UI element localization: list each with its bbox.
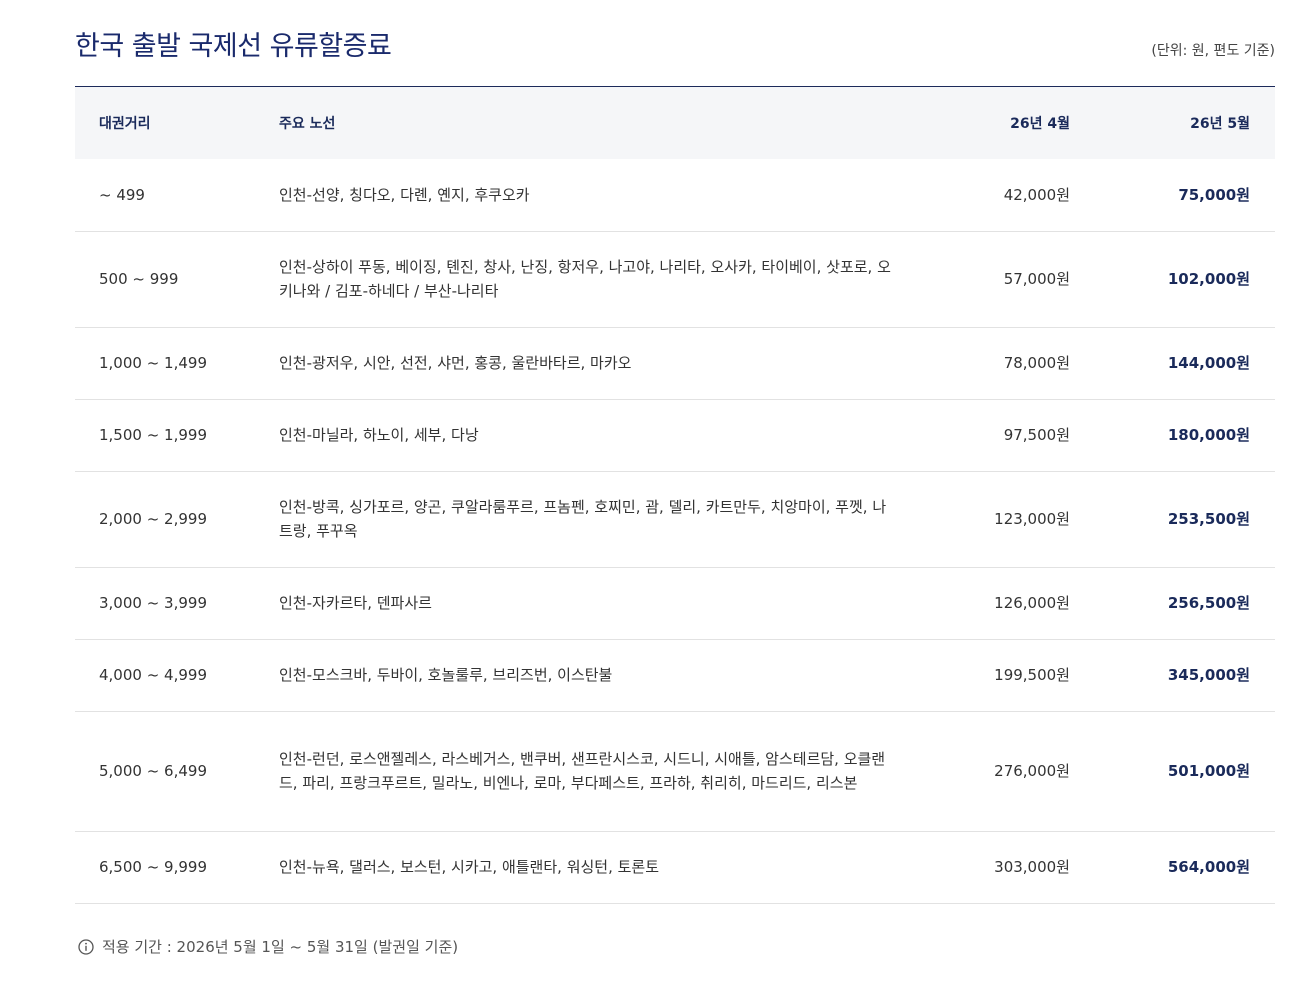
table-row: 3,000 ~ 3,999 인천-자카르타, 덴파사르 126,000원 256,50… — [75, 567, 1275, 640]
cell-april: 199,500원 — [930, 639, 1070, 712]
cell-may: 345,000원 — [1070, 639, 1275, 712]
table-row: 2,000 ~ 2,999 인천-방콕, 싱가포르, 양곤, 쿠알라룸푸르, 프놈… — [75, 471, 1275, 568]
cell-routes: 인천-마닐라, 하노이, 세부, 다낭 — [279, 399, 930, 472]
cell-routes: 인천-선양, 칭다오, 다롄, 옌지, 후쿠오카 — [279, 159, 930, 232]
route-text: 인천-선양, 칭다오, 다롄, 옌지, 후쿠오카 — [279, 185, 530, 204]
table-body: ~ 499 인천-선양, 칭다오, 다롄, 옌지, 후쿠오카 42,000원 75,0… — [75, 159, 1275, 904]
route-text: 인천-뉴욕, 댈러스, 보스턴, 시카고, 애틀랜타, 워싱턴, 토론토 — [279, 858, 660, 876]
route-text: 인천-마닐라, 하노이, 세부, 다낭 — [279, 426, 479, 444]
cell-routes: 인천-뉴욕, 댈러스, 보스턴, 시카고, 애틀랜타, 워싱턴, 토론토 — [279, 831, 930, 904]
cell-april: 78,000원 — [930, 327, 1070, 400]
cell-april: 123,000원 — [930, 471, 1070, 568]
info-circle-icon — [78, 938, 94, 955]
cell-distance: 2,000 ~ 2,999 — [75, 471, 279, 568]
cell-distance: 500 ~ 999 — [75, 231, 279, 328]
cell-routes: 인천-자카르타, 덴파사르 — [279, 567, 930, 640]
cell-may: 180,000원 — [1070, 399, 1275, 472]
route-text: 인천-상하이 푸동, 베이징, 톈진, 창사, 난징, 항저우, 나고야, 나리… — [279, 258, 891, 300]
cell-april: 42,000원 — [930, 159, 1070, 232]
cell-april: 126,000원 — [930, 567, 1070, 640]
table-row: 1,000 ~ 1,499 인천-광저우, 시안, 선전, 샤먼, 홍콩, 울란바… — [75, 327, 1275, 400]
route-text: 인천-광저우, 시안, 선전, 샤먼, 홍콩, 울란바타르, 마카오 — [279, 354, 632, 372]
header-routes: 주요 노선 — [279, 116, 336, 132]
header-distance: 대권거리 — [99, 116, 151, 132]
table-row: 500 ~ 999 인천-상하이 푸동, 베이징, 톈진, 창사, 난징, 항저우… — [75, 231, 1275, 328]
table-row: 6,500 ~ 9,999 인천-뉴욕, 댈러스, 보스턴, 시카고, 애틀랜타,… — [75, 831, 1275, 904]
cell-routes: 인천-방콕, 싱가포르, 양곤, 쿠알라룸푸르, 프놈펜, 호찌민, 괌, 델리… — [279, 471, 930, 568]
cell-may: 256,500원 — [1070, 567, 1275, 640]
cell-may: 144,000원 — [1070, 327, 1275, 400]
cell-distance: 6,500 ~ 9,999 — [75, 831, 279, 904]
cell-may: 75,000원 — [1070, 159, 1275, 232]
unit-note: (단위: 원, 편도 기준) — [1151, 43, 1275, 59]
cell-distance: 5,000 ~ 6,499 — [75, 711, 279, 832]
cell-routes: 인천-모스크바, 두바이, 호놀룰루, 브리즈번, 이스탄불 — [279, 639, 930, 712]
route-text: 인천-자카르타, 덴파사르 — [279, 594, 432, 612]
cell-april: 57,000원 — [930, 231, 1070, 328]
cell-may: 564,000원 — [1070, 831, 1275, 904]
footnote: 적용 기간 : 2026년 5월 1일 ~ 5월 31일 (발권일 기준) — [78, 936, 458, 957]
route-text: 인천-런던, 로스앤젤레스, 라스베거스, 밴쿠버, 샌프란시스코, 시드니, … — [279, 750, 886, 792]
cell-routes: 인천-광저우, 시안, 선전, 샤먼, 홍콩, 울란바타르, 마카오 — [279, 327, 930, 400]
cell-april: 303,000원 — [930, 831, 1070, 904]
cell-routes: 인천-런던, 로스앤젤레스, 라스베거스, 밴쿠버, 샌프란시스코, 시드니, … — [279, 711, 930, 832]
cell-distance: 1,000 ~ 1,499 — [75, 327, 279, 400]
route-text: 인천-모스크바, 두바이, 호놀룰루, 브리즈번, 이스탄불 — [279, 666, 613, 684]
surcharge-table: 대권거리 주요 노선 26년 4월 26년 5월 ~ 499 인천-선양, 칭다오… — [75, 87, 1275, 904]
cell-distance: 4,000 ~ 4,999 — [75, 639, 279, 712]
section-header: 한국 출발 국제선 유류할증료 (단위: 원, 편도 기준) — [75, 0, 1275, 87]
page-title: 한국 출발 국제선 유류할증료 — [75, 31, 392, 62]
table-row: 1,500 ~ 1,999 인천-마닐라, 하노이, 세부, 다낭 97,500원 1… — [75, 399, 1275, 472]
cell-may: 501,000원 — [1070, 711, 1275, 832]
cell-may: 102,000원 — [1070, 231, 1275, 328]
cell-distance: 3,000 ~ 3,999 — [75, 567, 279, 640]
table-row: 5,000 ~ 6,499 인천-런던, 로스앤젤레스, 라스베거스, 밴쿠버, … — [75, 711, 1275, 832]
footnote-text: 적용 기간 : 2026년 5월 1일 ~ 5월 31일 (발권일 기준) — [102, 938, 459, 956]
cell-april: 276,000원 — [930, 711, 1070, 832]
cell-distance: 1,500 ~ 1,999 — [75, 399, 279, 472]
table-header: 대권거리 주요 노선 26년 4월 26년 5월 — [75, 87, 1275, 159]
fuel-surcharge-section: 한국 출발 국제선 유류할증료 (단위: 원, 편도 기준) 대권거리 주요 노… — [75, 0, 1275, 904]
route-text: 인천-방콕, 싱가포르, 양곤, 쿠알라룸푸르, 프놈펜, 호찌민, 괌, 델리… — [279, 498, 887, 540]
cell-april: 97,500원 — [930, 399, 1070, 472]
cell-may: 253,500원 — [1070, 471, 1275, 568]
cell-distance: ~ 499 — [75, 159, 279, 232]
table-header-row: 대권거리 주요 노선 26년 4월 26년 5월 — [75, 87, 1275, 159]
cell-routes: 인천-상하이 푸동, 베이징, 톈진, 창사, 난징, 항저우, 나고야, 나리… — [279, 231, 930, 328]
header-april: 26년 4월 — [1010, 116, 1070, 132]
header-may: 26년 5월 — [1190, 116, 1250, 132]
table-row: ~ 499 인천-선양, 칭다오, 다롄, 옌지, 후쿠오카 42,000원 75,0… — [75, 159, 1275, 232]
table-row: 4,000 ~ 4,999 인천-모스크바, 두바이, 호놀룰루, 브리즈번, 이… — [75, 639, 1275, 712]
